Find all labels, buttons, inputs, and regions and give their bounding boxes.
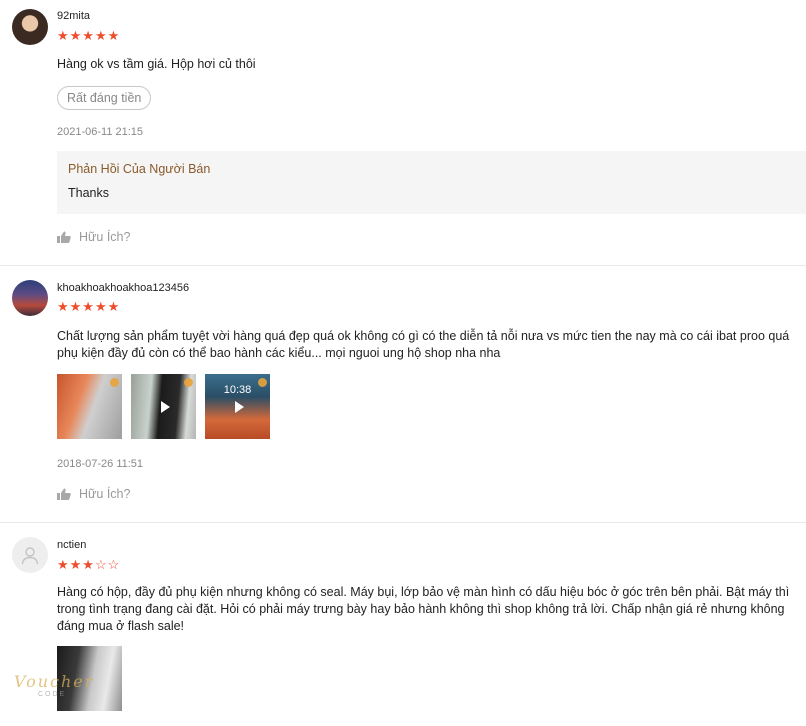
review-date: 2018-07-26 11:51 [57, 458, 144, 470]
voucher-watermark-sub: CODE [38, 691, 67, 698]
helpful-button[interactable]: Hữu Ích? [57, 487, 130, 501]
divider [0, 265, 806, 266]
helpful-label: Hữu Ích? [79, 230, 131, 244]
helpful-label: Hữu Ích? [79, 487, 131, 501]
seller-reply-text: Thanks [68, 186, 109, 200]
reviewer-username: 92mita [57, 10, 91, 22]
reviewer-username: khoakhoakhoakhoa123456 [57, 282, 190, 294]
helpful-button[interactable]: Hữu Ích? [57, 230, 130, 244]
more-options-icon[interactable]: ⋮ [802, 487, 806, 497]
star-rating: ★★★★★ [57, 299, 121, 314]
avatar[interactable] [12, 280, 48, 316]
review-media-list: 10:38 [57, 374, 270, 439]
review-video[interactable] [131, 374, 196, 439]
play-icon [234, 400, 244, 413]
voucher-watermark: Voucher [14, 672, 95, 691]
review-video[interactable]: 10:38 [205, 374, 270, 439]
avatar[interactable] [12, 9, 48, 45]
reviewer-username: nctien [57, 539, 87, 551]
thumbs-up-icon [57, 231, 71, 243]
avatar[interactable] [12, 537, 48, 573]
more-options-icon[interactable]: ⋮ [802, 230, 806, 240]
badge-icon [258, 378, 267, 387]
star-rating-empty: ☆☆ [94, 557, 121, 572]
review-date: 2021-06-11 21:15 [57, 126, 144, 138]
review-image[interactable] [57, 374, 122, 439]
star-rating-filled: ★★★ [57, 557, 95, 572]
thumbs-up-icon [57, 488, 71, 500]
review-tag: Rất đáng tiền [57, 86, 152, 110]
review-text: Chất lượng sản phẩm tuyệt vời hàng quá đ… [57, 329, 790, 360]
seller-reply: Phản Hồi Của Người Bán Thanks [57, 151, 806, 214]
star-rating: ★★★★★ [57, 28, 121, 43]
badge-icon [110, 378, 119, 387]
play-icon [160, 400, 170, 413]
review-text: Hàng có hộp, đầy đủ phụ kiện nhưng không… [57, 585, 790, 633]
star-rating: ★★★☆☆ [57, 558, 120, 571]
user-placeholder-icon [21, 547, 39, 565]
review-text: Hàng ok vs tầm giá. Hộp hơi củ thôi [57, 57, 256, 71]
badge-icon [184, 378, 193, 387]
seller-reply-title: Phản Hồi Của Người Bán [68, 162, 211, 176]
divider [0, 522, 806, 523]
